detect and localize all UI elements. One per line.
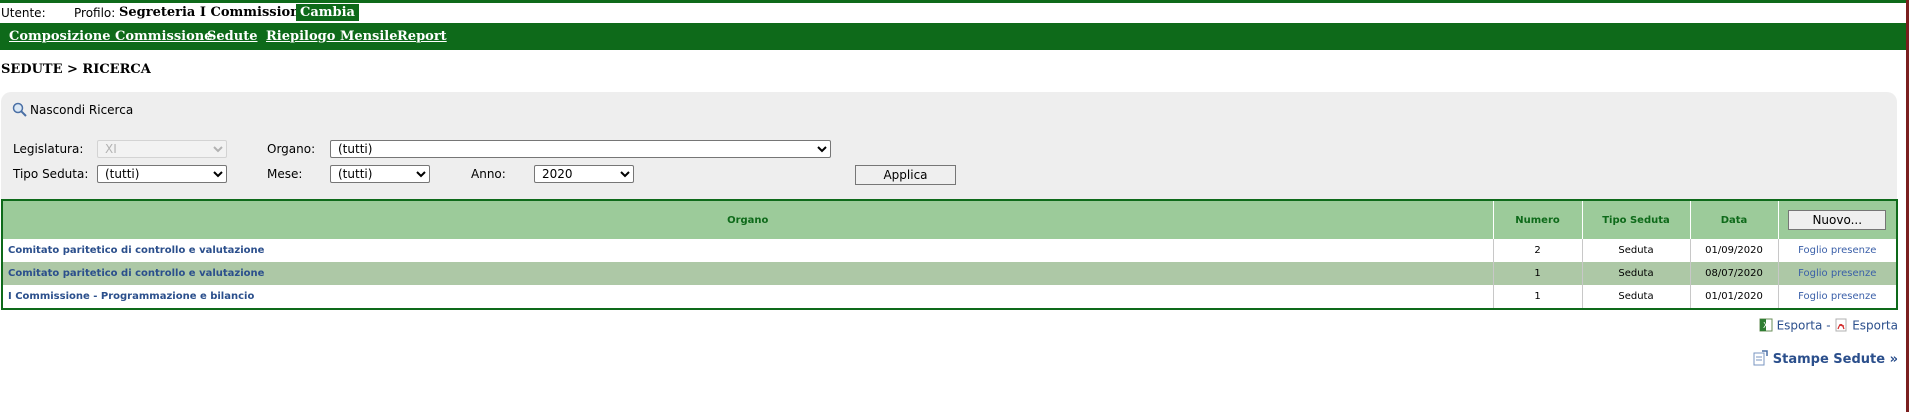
table-row: Comitato paritetico di controllo e valut…: [3, 262, 1896, 285]
header-tipo-seduta[interactable]: Tipo Seduta: [1581, 201, 1690, 239]
mese-select[interactable]: (tutti): [330, 165, 430, 183]
user-label: Utente:: [1, 6, 46, 20]
tipo-seduta-select[interactable]: (tutti): [97, 165, 227, 183]
apply-button[interactable]: Applica: [855, 165, 956, 185]
user-bar: Utente: Profilo: Segreteria I Commission…: [0, 4, 1906, 22]
foglio-presenze-link[interactable]: Foglio presenze: [1798, 291, 1876, 302]
excel-icon: X: [1759, 318, 1773, 332]
table-row: Comitato paritetico di controllo e valut…: [3, 239, 1896, 262]
cell-link: Foglio presenze: [1777, 262, 1896, 285]
new-button[interactable]: Nuovo...: [1788, 210, 1887, 230]
svg-text:X: X: [1763, 321, 1769, 330]
toggle-search-link[interactable]: Nascondi Ricerca: [12, 102, 133, 117]
export-excel-link[interactable]: X Esporta: [1759, 318, 1826, 333]
foglio-presenze-link[interactable]: Foglio presenze: [1798, 245, 1876, 256]
profile-name: Segreteria I Commissione: [119, 5, 308, 20]
export-area: X Esporta - Esporta: [1759, 318, 1898, 333]
top-border: [0, 0, 1906, 3]
export-pdf-link[interactable]: Esporta: [1834, 318, 1898, 333]
anno-select[interactable]: 2020: [534, 165, 634, 183]
pdf-icon: [1835, 318, 1847, 332]
cell-link: Foglio presenze: [1777, 285, 1896, 308]
cell-tipo-seduta: Seduta: [1581, 262, 1690, 285]
cell-tipo-seduta: Seduta: [1581, 285, 1690, 308]
cell-data: 01/01/2020: [1689, 285, 1778, 308]
export-pdf-label: Esporta: [1852, 318, 1898, 333]
mese-label: Mese:: [267, 167, 303, 181]
tipo-seduta-label: Tipo Seduta:: [13, 167, 89, 181]
organo-label: Organo:: [267, 142, 316, 156]
cell-organo: Comitato paritetico di controllo e valut…: [3, 262, 1493, 285]
cell-numero: 1: [1492, 262, 1582, 285]
header-organo[interactable]: Organo: [3, 201, 1493, 239]
nav-composizione-commissione[interactable]: Composizione Commissione: [9, 29, 212, 44]
cell-numero: 2: [1492, 239, 1582, 262]
nav-riepilogo-mensile[interactable]: Riepilogo Mensile: [266, 29, 398, 44]
cell-organo: I Commissione - Programmazione e bilanci…: [3, 285, 1493, 308]
print-document-icon: [1753, 350, 1768, 366]
export-excel-label: Esporta: [1776, 318, 1823, 333]
foglio-presenze-link[interactable]: Foglio presenze: [1798, 268, 1876, 279]
cell-tipo-seduta: Seduta: [1581, 239, 1690, 262]
legislatura-select[interactable]: XI: [97, 140, 227, 158]
header-data[interactable]: Data: [1689, 201, 1778, 239]
cell-data: 08/07/2020: [1689, 262, 1778, 285]
search-icon: [12, 102, 27, 117]
organo-link[interactable]: Comitato paritetico di controllo e valut…: [8, 245, 264, 256]
stampe-sedute-label: Stampe Sedute »: [1772, 352, 1898, 367]
cell-organo: Comitato paritetico di controllo e valut…: [3, 239, 1493, 262]
header-numero[interactable]: Numero: [1492, 201, 1582, 239]
organo-link[interactable]: I Commissione - Programmazione e bilanci…: [8, 291, 254, 302]
main-nav: Composizione Commissione Sedute Riepilog…: [0, 23, 1906, 50]
results-table: Organo Numero Tipo Seduta Data Nuovo... …: [1, 199, 1898, 310]
cell-numero: 1: [1492, 285, 1582, 308]
cell-data: 01/09/2020: [1689, 239, 1778, 262]
stampe-sedute-link[interactable]: Stampe Sedute »: [1752, 350, 1898, 367]
organo-link[interactable]: Comitato paritetico di controllo e valut…: [8, 268, 264, 279]
header-new: Nuovo...: [1777, 201, 1896, 239]
organo-select[interactable]: (tutti): [330, 140, 831, 158]
anno-label: Anno:: [471, 167, 506, 181]
toggle-search-label: Nascondi Ricerca: [30, 103, 134, 117]
legislatura-label: Legislatura:: [13, 142, 84, 156]
change-profile-button[interactable]: Cambia: [296, 4, 359, 21]
nav-report[interactable]: Report: [397, 29, 447, 44]
table-row: I Commissione - Programmazione e bilanci…: [3, 285, 1896, 308]
export-separator: -: [1826, 318, 1831, 333]
profile-label: Profilo:: [74, 6, 116, 20]
nav-sedute[interactable]: Sedute: [207, 29, 257, 44]
breadcrumb: SEDUTE > RICERCA: [1, 62, 151, 77]
cell-link: Foglio presenze: [1777, 239, 1896, 262]
